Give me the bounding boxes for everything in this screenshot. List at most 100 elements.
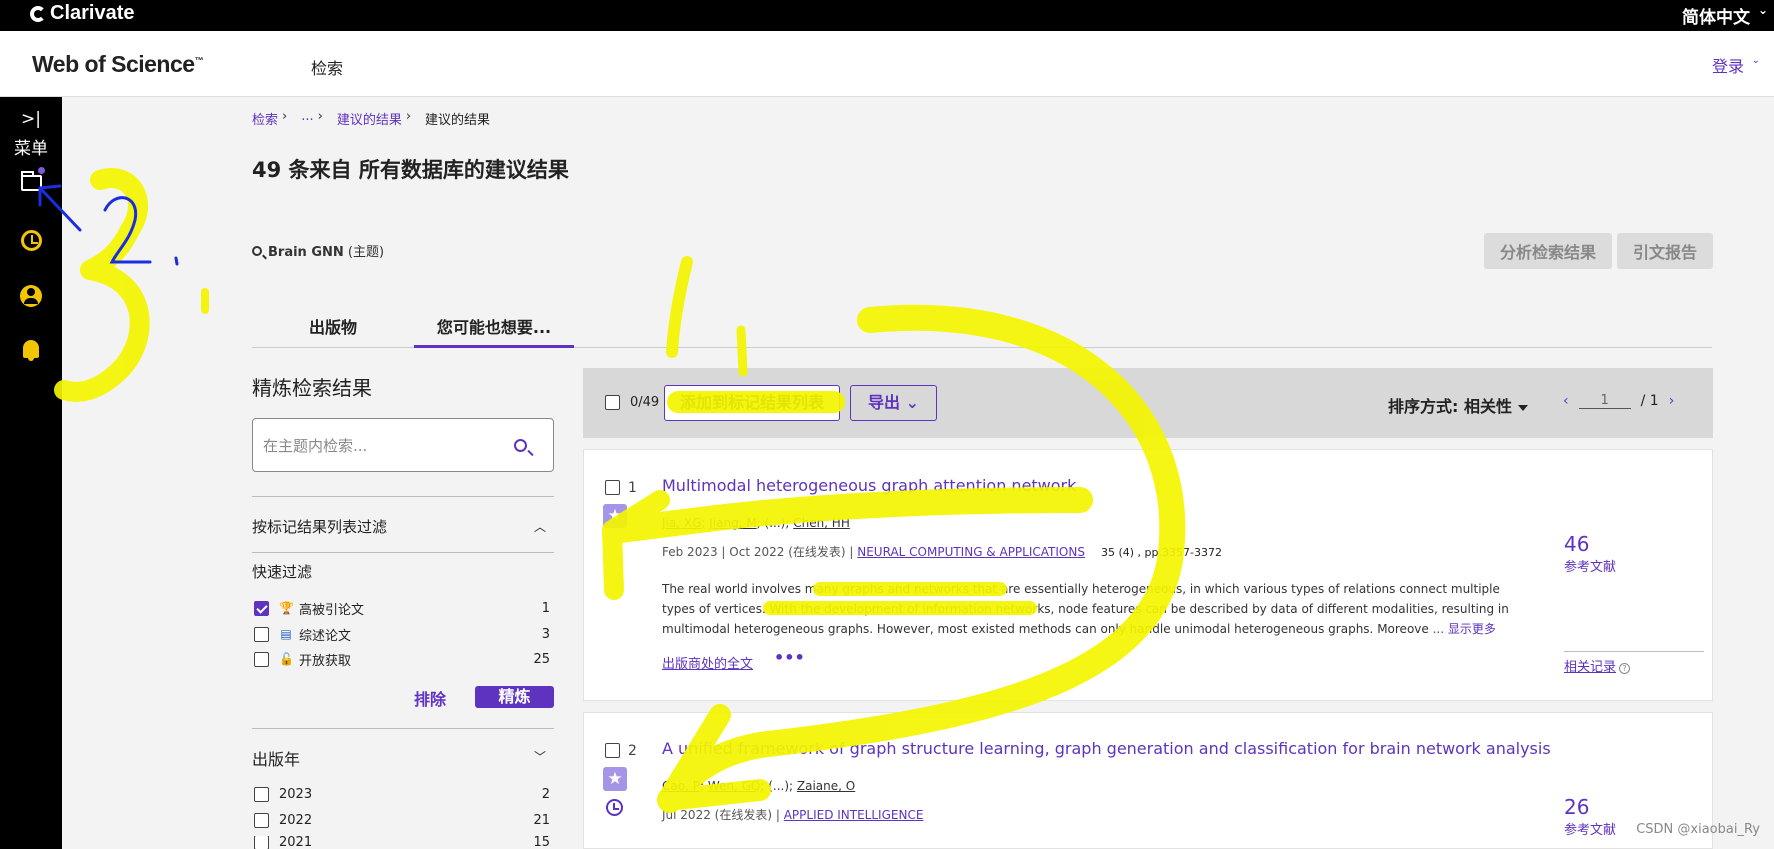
language-label: 简体中文 (1682, 8, 1750, 28)
quick-filter-highly-cited[interactable]: 🏆 高被引论文 1 (254, 599, 552, 618)
breadcrumb: 检索 › ... › 建议的结果 › 建议的结果 (252, 109, 490, 128)
author-link[interactable]: Cao, P (662, 779, 700, 793)
filter-label: 综述论文 (299, 628, 352, 644)
search-placeholder: 在主题内检索... (263, 437, 368, 455)
help-icon[interactable]: ? (1619, 663, 1631, 674)
checkbox[interactable] (254, 651, 269, 667)
related-label: 相关记录 (1564, 660, 1617, 675)
search-icon[interactable] (514, 439, 527, 452)
total-pages: / 1 (1640, 393, 1659, 409)
notification-dot (38, 167, 45, 174)
history-icon[interactable] (0, 230, 62, 256)
author-link[interactable]: Jia, XG (662, 516, 701, 530)
references-count[interactable]: 46 参考文献 (1564, 532, 1616, 575)
tab-you-may-also-like[interactable]: 您可能也想要... (414, 314, 574, 348)
export-button[interactable]: 导出 ⌄ (850, 385, 937, 421)
year-2021[interactable]: 2021 15 (254, 836, 552, 849)
prev-page-icon[interactable]: ‹ (1563, 393, 1569, 409)
analyze-results-button[interactable]: 分析检索结果 (1484, 233, 1612, 269)
chevron-down-icon[interactable]: ﹀ (534, 748, 546, 765)
result-title[interactable]: Multimodal heterogeneous graph attention… (662, 476, 1076, 495)
show-more-link[interactable]: ... 显示更多 (1433, 622, 1496, 636)
author-link[interactable]: Jiang, M (709, 516, 756, 530)
citation-report-button[interactable]: 引文报告 (1617, 233, 1713, 269)
author-link[interactable]: Zaiane, O (797, 779, 855, 793)
page-input[interactable]: 1 (1578, 393, 1631, 409)
year-label: 2023 (279, 786, 313, 802)
sort-label: 排序方式: 相关性 (1388, 397, 1512, 416)
author-link[interactable]: Wen, GQ (708, 779, 761, 793)
marked-list-folder-icon[interactable] (0, 167, 62, 196)
publication-year-filter[interactable]: 出版年 ﹀ (252, 746, 554, 770)
result-tabs: 出版物 您可能也想要... (252, 300, 1712, 348)
checkbox[interactable] (254, 812, 269, 828)
authors-ellipsis[interactable]: (...) (765, 516, 786, 530)
filter-count: 25 (533, 651, 550, 667)
star-icon[interactable]: ★ (603, 767, 627, 791)
annotation-blue-2 (103, 196, 152, 264)
quick-filter-open-access[interactable]: 🔓 开放获取 25 (254, 650, 552, 669)
annotation-blue-dot (174, 256, 179, 266)
breadcrumb-ellipsis[interactable]: ... (301, 109, 313, 128)
next-page-icon[interactable]: › (1669, 393, 1675, 409)
exclude-button[interactable]: 排除 (400, 686, 460, 709)
related-records[interactable]: 相关记录? (1564, 651, 1704, 675)
profile-icon[interactable] (0, 285, 62, 312)
web-of-science-logo[interactable]: Web of Science™ (32, 51, 204, 78)
breadcrumb-suggested[interactable]: 建议的结果 (337, 109, 402, 128)
add-to-marked-list-button[interactable]: 添加到标记结果列表 (664, 385, 840, 421)
full-text-link[interactable]: 出版商处的全文 (662, 653, 753, 672)
clock-icon (20, 230, 42, 251)
star-icon[interactable]: ★ (603, 504, 627, 528)
menu-label[interactable]: 菜单 (0, 134, 62, 159)
more-options-icon[interactable]: ••• (774, 648, 805, 667)
search-icon (252, 246, 262, 256)
expand-menu-icon[interactable]: >| (0, 109, 62, 129)
alerts-bell-icon[interactable] (0, 340, 62, 363)
filter-label: 开放获取 (299, 653, 352, 669)
result-checkbox[interactable] (605, 743, 620, 758)
clarivate-logo[interactable]: Clarivate (30, 2, 135, 25)
result-card: 2 ★ A unified framework of graph structu… (583, 712, 1713, 849)
sort-dropdown[interactable]: 排序方式: 相关性 (1388, 393, 1528, 417)
nav-search-link[interactable]: 检索 (311, 55, 343, 79)
top-bar: Clarivate 简体中文 ⌄ (0, 0, 1774, 31)
trademark: ™ (194, 55, 204, 66)
checkbox[interactable] (254, 600, 269, 616)
result-checkbox[interactable] (605, 480, 620, 495)
refs-label: 参考文献 (1564, 823, 1617, 838)
chevron-up-icon[interactable]: ︿ (534, 518, 546, 535)
select-all-checkbox[interactable] (605, 395, 620, 410)
checkbox[interactable] (254, 626, 269, 642)
breadcrumb-search[interactable]: 检索 (252, 109, 278, 128)
quick-filter-review[interactable]: ▤ 综述论文 3 (254, 625, 552, 644)
login-button[interactable]: 登录 ⌄ (1712, 53, 1760, 77)
year-2023[interactable]: 2023 2 (254, 785, 552, 803)
marked-list-filter[interactable]: 按标记结果列表过滤 ︿ (252, 516, 554, 537)
trophy-icon: 🏆 (279, 601, 294, 615)
author-link[interactable]: Chen, HH (793, 516, 850, 530)
year-2022[interactable]: 2022 21 (254, 811, 552, 829)
journal-link[interactable]: APPLIED INTELLIGENCE (784, 808, 924, 822)
unlock-icon: 🔓 (279, 652, 294, 666)
chevron-down-icon: ⌄ (905, 393, 919, 412)
select-all[interactable]: 0/49 (605, 395, 659, 410)
refine-button[interactable]: 精炼 (475, 686, 554, 708)
query-summary: Brain GNN (主题) (252, 241, 384, 260)
checkbox[interactable] (254, 786, 269, 802)
authors-ellipsis[interactable]: (...) (768, 779, 789, 793)
year-count: 2 (541, 786, 550, 802)
document-icon: ▤ (280, 627, 292, 641)
result-title[interactable]: A unified framework of graph structure l… (662, 739, 1551, 758)
year-count: 15 (533, 836, 550, 849)
tab-publications[interactable]: 出版物 (309, 314, 357, 348)
page-title: 49 条来自 所有数据库的建议结果 (252, 158, 569, 182)
journal-link[interactable]: NEURAL COMPUTING & APPLICATIONS (857, 545, 1085, 559)
clarivate-logo-icon (30, 5, 46, 22)
result-authors: Cao, P; Wen, GQ; (...); Zaiane, O (662, 779, 856, 793)
checkbox[interactable] (254, 836, 269, 849)
pagination: ‹ 1 / 1 › (1563, 393, 1674, 409)
refine-search-input[interactable]: 在主题内检索... (252, 418, 554, 472)
language-selector[interactable]: 简体中文 ⌄ (1682, 3, 1768, 28)
references-count[interactable]: 26 参考文献 (1564, 795, 1616, 838)
